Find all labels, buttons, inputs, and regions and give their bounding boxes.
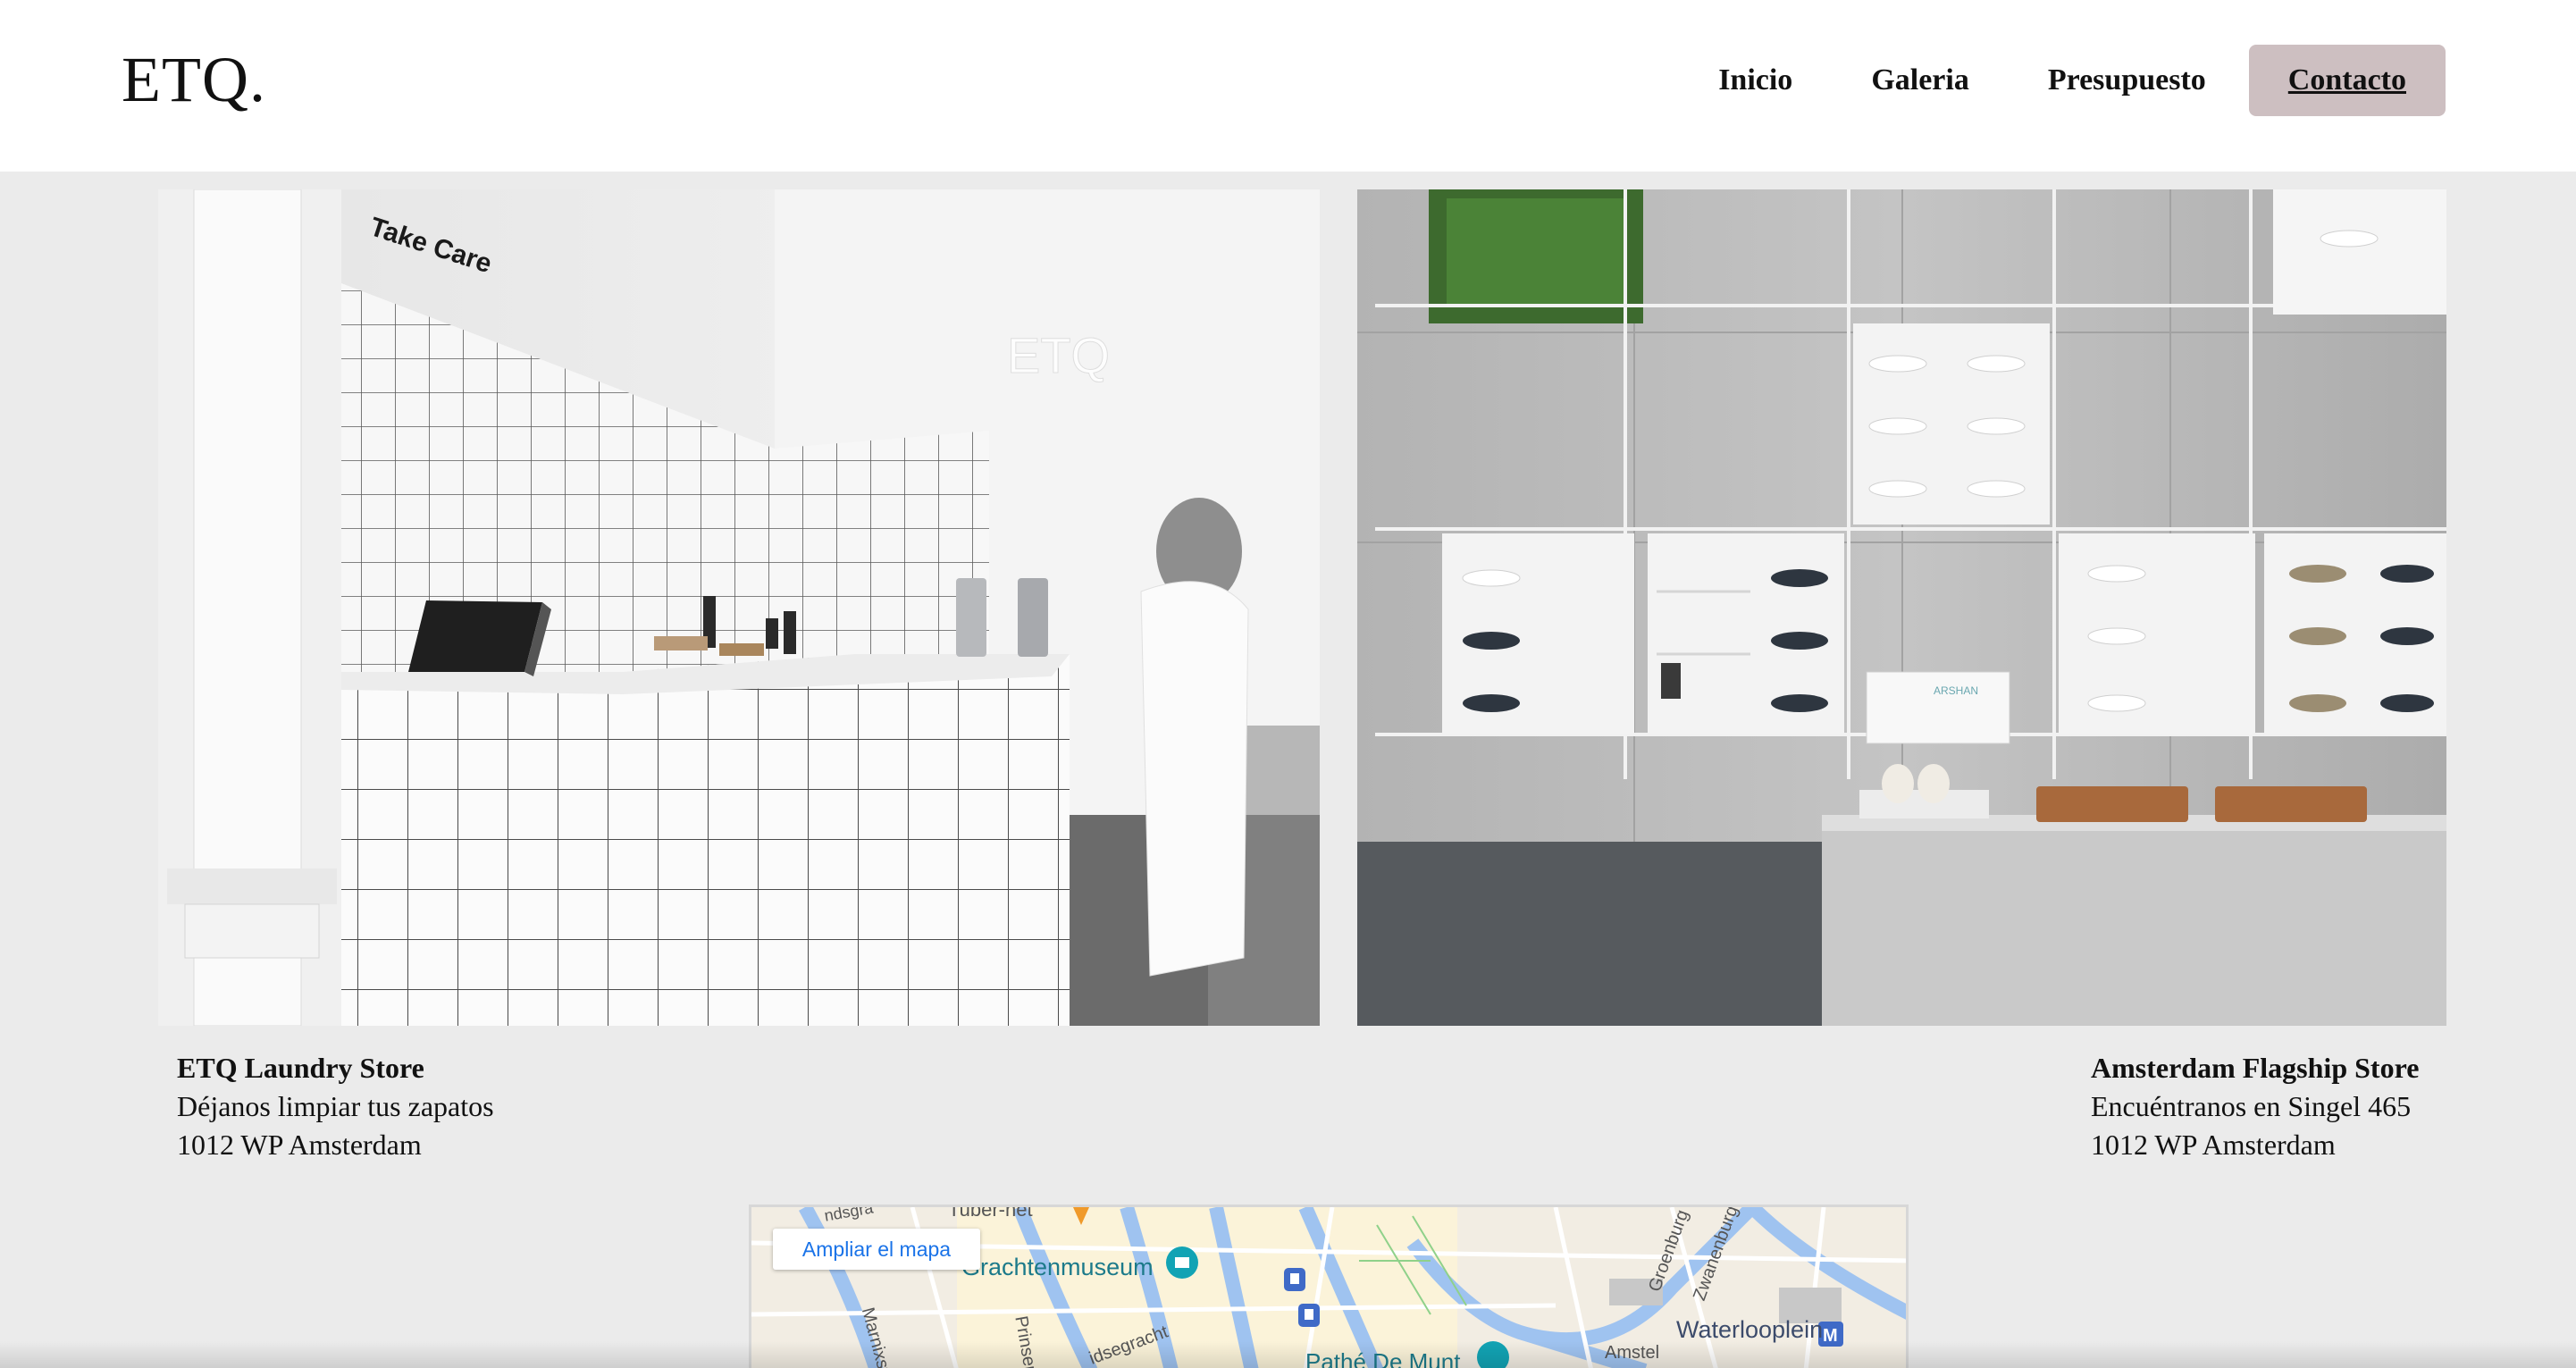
map-label-waterlooplein: Waterlooplein <box>1676 1316 1824 1343</box>
flagship-store-illustration: ARSHAN <box>1357 189 2446 1026</box>
expand-map-button[interactable]: Ampliar el mapa <box>773 1229 980 1270</box>
museum-icon <box>1166 1246 1198 1279</box>
embedded-map[interactable]: M Grachtenmuseum Waterlooplein Pathé De … <box>749 1204 1909 1368</box>
laundry-store-photo: ETQ Take Care <box>158 189 1320 1026</box>
store-address: 1012 WP Amsterdam <box>2091 1129 2336 1161</box>
transit-icon <box>1284 1268 1305 1291</box>
map-label-pathe: Pathé De Munt <box>1305 1348 1461 1368</box>
store-line: Encuéntranos en Singel 465 <box>2091 1090 2412 1122</box>
nav-contacto[interactable]: Contacto <box>2248 45 2446 116</box>
site-header: ETQ. Inicio Galeria Presupuesto Contacto <box>0 0 2576 172</box>
map-label-grachtenmuseum: Grachtenmuseum <box>961 1254 1154 1280</box>
book-title: ARSHAN <box>1934 684 1978 697</box>
nav-galeria[interactable]: Galeria <box>1832 45 2009 116</box>
store-title: Amsterdam Flagship Store <box>2091 1052 2420 1084</box>
nav-inicio[interactable]: Inicio <box>1679 45 1832 116</box>
map-label-amstel: Amstel <box>1605 1343 1660 1363</box>
svg-text:M: M <box>1823 1326 1838 1346</box>
store-caption-flagship: Amsterdam Flagship Store Encuéntranos en… <box>2091 1049 2419 1164</box>
svg-text:ETQ: ETQ <box>1007 327 1110 383</box>
site-logo[interactable]: ETQ. <box>122 43 266 117</box>
nav-presupuesto[interactable]: Presupuesto <box>2009 45 2245 116</box>
main-nav: Inicio Galeria Presupuesto Contacto <box>1679 45 2446 116</box>
store-caption-laundry: ETQ Laundry Store Déjanos limpiar tus za… <box>177 1049 494 1164</box>
map-label-typhernet: Tuber-net <box>948 1204 1033 1221</box>
store-address: 1012 WP Amsterdam <box>177 1129 422 1161</box>
store-line: Déjanos limpiar tus zapatos <box>177 1090 494 1122</box>
transit-icon <box>1298 1304 1320 1327</box>
flagship-store-photo: ARSHAN <box>1357 189 2446 1026</box>
laundry-store-illustration: ETQ Take Care <box>158 189 1320 1026</box>
store-title: ETQ Laundry Store <box>177 1052 424 1084</box>
